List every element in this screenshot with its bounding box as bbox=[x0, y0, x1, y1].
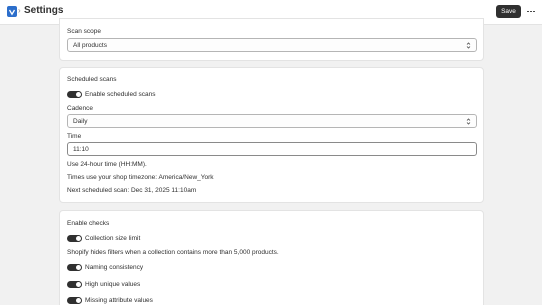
scan-scope-card: Scan scope All products bbox=[59, 18, 484, 61]
scan-scope-label: Scan scope bbox=[67, 28, 101, 35]
missing-attribute-values-toggle[interactable] bbox=[67, 297, 82, 304]
collection-size-help: Shopify hides filters when a collection … bbox=[67, 249, 279, 256]
enable-checks-card: Enable checks Collection size limit Shop… bbox=[59, 210, 484, 305]
scan-scope-select[interactable]: All products bbox=[67, 38, 477, 52]
time-input[interactable]: 11:10 bbox=[67, 142, 477, 156]
enable-scheduled-scans-label: Enable scheduled scans bbox=[85, 91, 156, 98]
timezone-help: Times use your shop timezone: America/Ne… bbox=[67, 174, 214, 181]
scan-scope-value: All products bbox=[73, 41, 107, 49]
select-chevron-icon bbox=[466, 118, 471, 125]
missing-attribute-values-label: Missing attribute values bbox=[85, 297, 153, 304]
time-value: 11:10 bbox=[73, 145, 89, 153]
next-scan-text: Next scheduled scan: Dec 31, 2025 11:10a… bbox=[67, 187, 197, 194]
high-unique-values-toggle[interactable] bbox=[67, 281, 82, 288]
scheduled-scans-heading: Scheduled scans bbox=[67, 76, 117, 83]
naming-consistency-label: Naming consistency bbox=[85, 264, 144, 271]
collection-size-toggle[interactable] bbox=[67, 235, 82, 242]
scheduled-scans-card: Scheduled scans Enable scheduled scans C… bbox=[59, 67, 484, 203]
enable-scheduled-scans-toggle[interactable] bbox=[67, 91, 82, 98]
select-chevron-icon bbox=[466, 42, 471, 49]
more-horizontal-icon[interactable] bbox=[525, 5, 537, 18]
high-unique-values-label: High unique values bbox=[85, 281, 141, 288]
enable-checks-heading: Enable checks bbox=[67, 220, 110, 227]
page-title: Settings bbox=[24, 5, 64, 16]
cadence-select[interactable]: Daily bbox=[67, 114, 477, 128]
collection-size-label: Collection size limit bbox=[85, 235, 141, 242]
time-format-help: Use 24-hour time (HH:MM). bbox=[67, 161, 147, 168]
breadcrumb-separator: › bbox=[18, 6, 21, 15]
naming-consistency-toggle[interactable] bbox=[67, 264, 82, 271]
cadence-label: Cadence bbox=[67, 105, 94, 112]
time-label: Time bbox=[67, 133, 82, 140]
app-logo-icon[interactable] bbox=[7, 6, 17, 17]
cadence-value: Daily bbox=[73, 117, 88, 125]
save-button[interactable]: Save bbox=[496, 5, 521, 18]
